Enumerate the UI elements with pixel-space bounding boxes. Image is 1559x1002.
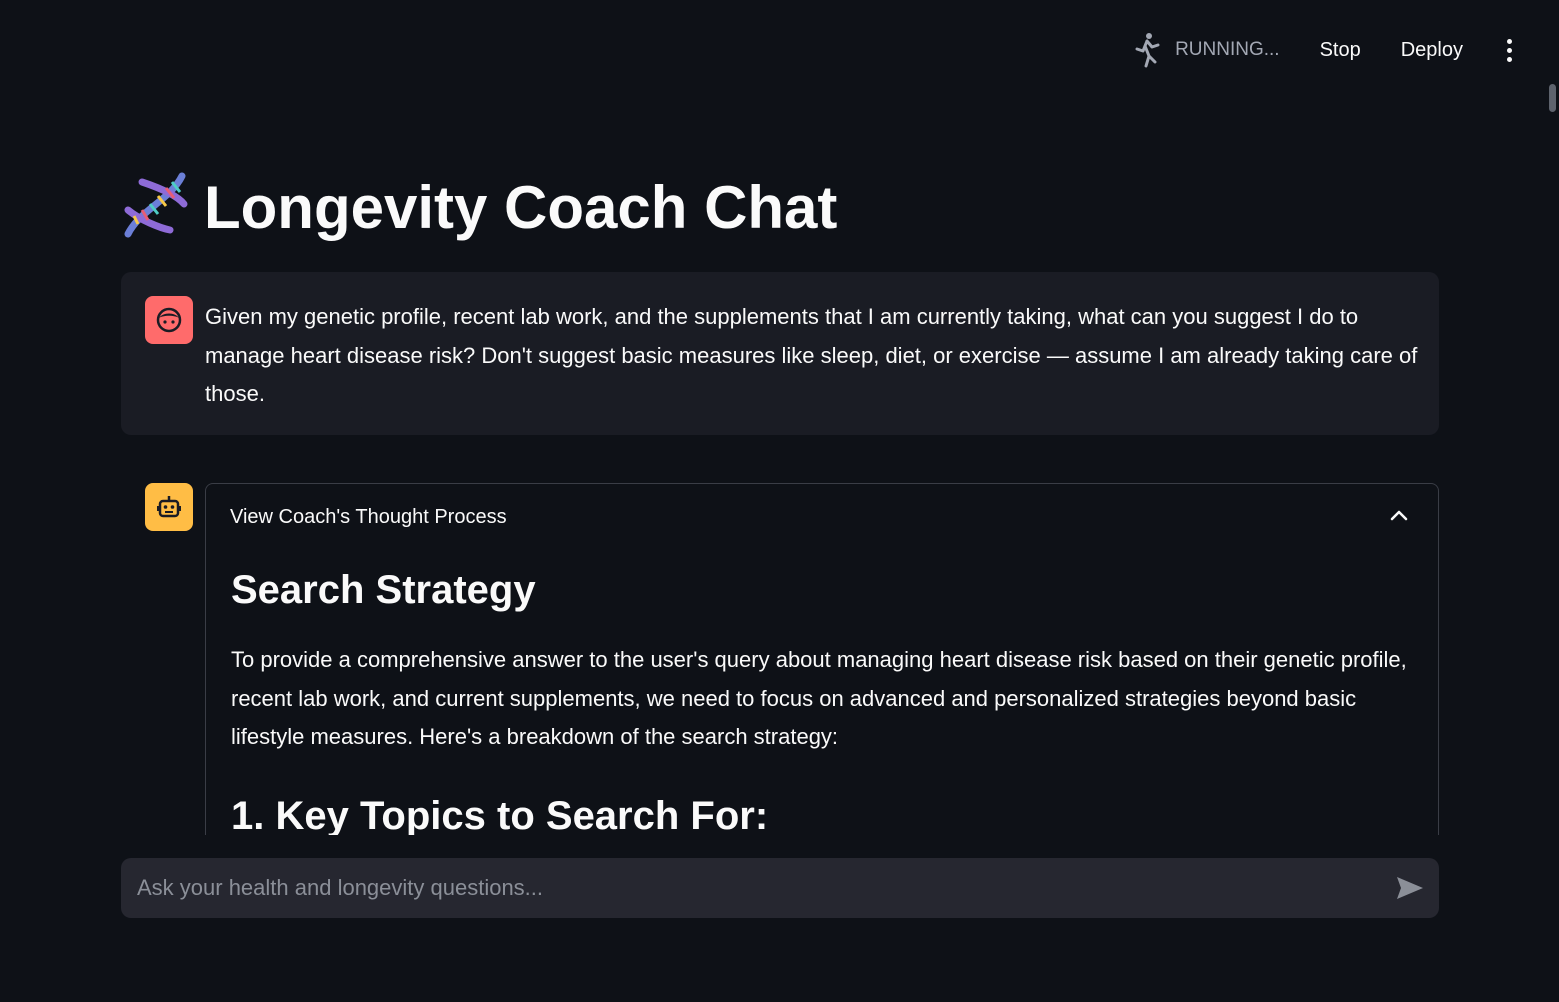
chevron-up-icon[interactable] [1390, 508, 1408, 526]
running-status: RUNNING... [1133, 32, 1280, 68]
page-scrollbar[interactable] [1545, 0, 1559, 1002]
chat-input-bar [121, 858, 1439, 918]
chat-input[interactable] [135, 874, 1395, 902]
thought-process-expander: View Coach's Thought Process Search Stra… [205, 483, 1439, 835]
page-header: Longevity Coach Chat [120, 170, 837, 245]
running-person-icon [1133, 32, 1161, 68]
page-title: Longevity Coach Chat [204, 174, 838, 241]
deploy-button[interactable]: Deploy [1391, 33, 1473, 68]
running-status-text: RUNNING... [1175, 39, 1280, 60]
app-root: RUNNING... Stop Deploy Longevity Coach C… [0, 0, 1559, 1002]
scrollbar-thumb[interactable] [1549, 84, 1556, 112]
expander-toggle-label[interactable]: View Coach's Thought Process [230, 506, 507, 529]
user-message-text: Given my genetic profile, recent lab wor… [205, 304, 1418, 406]
kebab-menu-icon[interactable] [1499, 32, 1519, 68]
user-message: Given my genetic profile, recent lab wor… [121, 272, 1439, 435]
user-face-icon [145, 296, 193, 344]
dna-icon [120, 170, 190, 245]
stop-button[interactable]: Stop [1310, 33, 1371, 68]
section-heading: Search Strategy [231, 568, 536, 612]
subsection-heading: 1. Key Topics to Search For: [231, 794, 769, 835]
robot-icon [145, 483, 193, 531]
send-icon[interactable] [1395, 875, 1425, 901]
strategy-paragraph: To provide a comprehensive answer to the… [231, 647, 1407, 749]
header-toolbar: RUNNING... Stop Deploy [1133, 28, 1519, 72]
